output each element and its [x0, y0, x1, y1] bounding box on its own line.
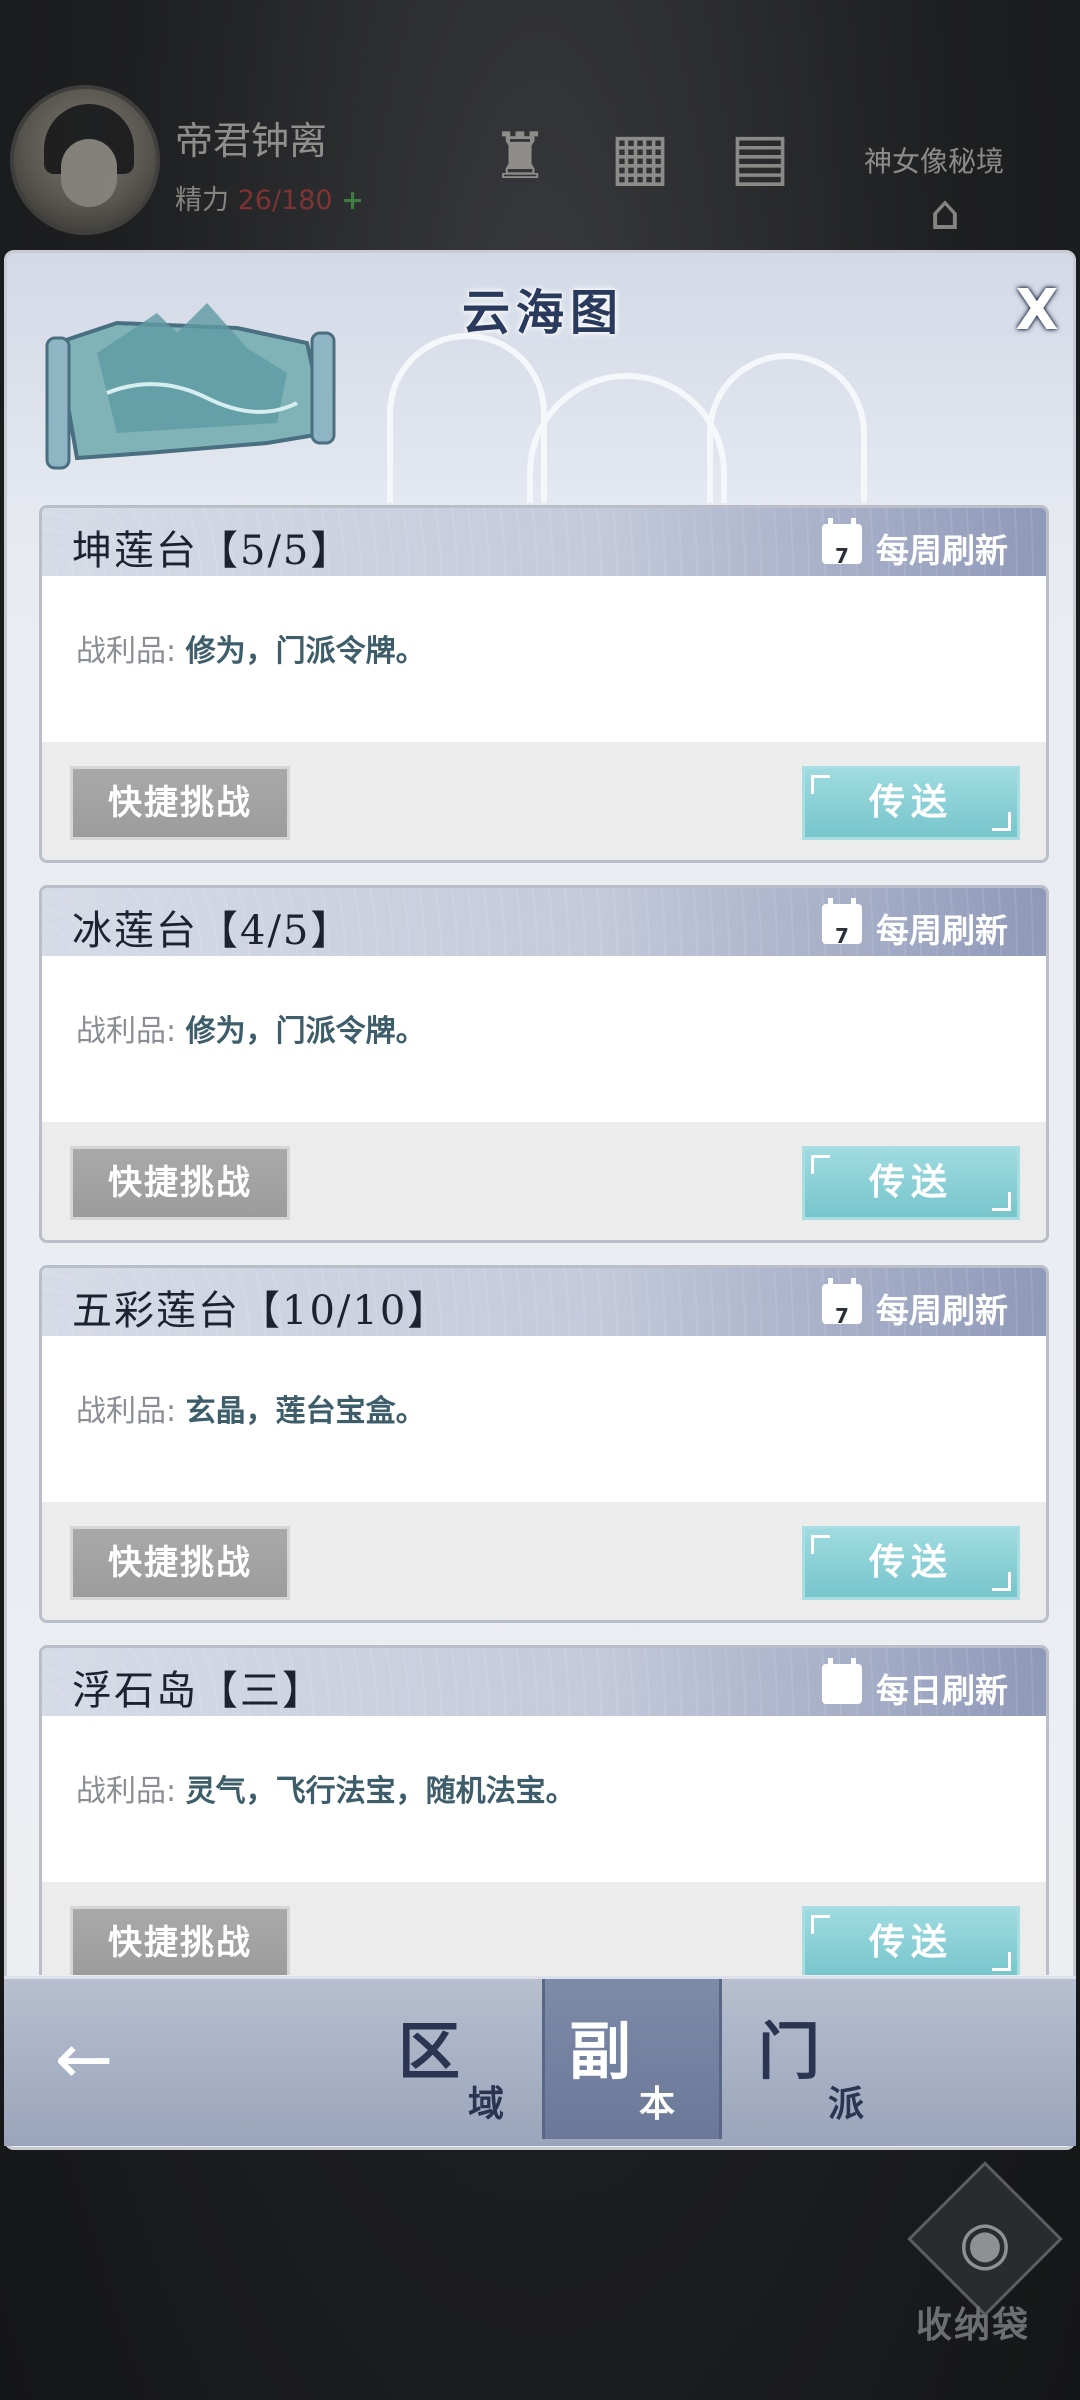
energy-label: 精力	[175, 185, 229, 216]
tab-sect-sublabel: 派	[828, 2083, 865, 2125]
scroll-icon[interactable]: ▤	[720, 120, 800, 210]
teleport-button[interactable]: 传送	[802, 1906, 1020, 1975]
dungeon-panel: 云海图 X 坤莲台【5/5】 7 每周刷新 战利品: 修为，门派令牌。 快捷挑战…	[4, 250, 1076, 2150]
tab-sect-label: 门	[758, 2015, 821, 2088]
refresh-label: 每周刷新	[876, 911, 1008, 950]
loot-value: 修为，门派令牌。	[185, 1014, 426, 1049]
quick-challenge-button[interactable]: 快捷挑战	[70, 1146, 290, 1220]
loot-label: 战利品:	[76, 1394, 177, 1429]
quick-challenge-button[interactable]: 快捷挑战	[70, 1906, 290, 1975]
loot-label: 战利品:	[76, 1014, 177, 1049]
dungeon-title: 浮石岛【三】	[72, 1668, 324, 1714]
loot-line: 战利品: 灵气，飞行法宝，随机法宝。	[76, 1766, 576, 1810]
refresh-label: 每日刷新	[876, 1671, 1008, 1710]
calendar-icon: 7	[822, 898, 862, 948]
quick-challenge-button[interactable]: 快捷挑战	[70, 1526, 290, 1600]
decor-arc	[707, 353, 867, 503]
calendar-icon: 7	[822, 518, 862, 568]
back-arrow-icon[interactable]: ←	[44, 2024, 124, 2094]
dungeon-title: 五彩莲台【10/10】	[72, 1288, 450, 1334]
realm-portal-icon[interactable]: ⌂	[910, 185, 980, 245]
tab-region-sublabel: 域	[468, 2083, 505, 2125]
avatar-face	[61, 139, 117, 207]
card-header: 坤莲台【5/5】 7 每周刷新	[42, 508, 1046, 576]
dungeon-card: 五彩莲台【10/10】 7 每周刷新 战利品: 玄晶，莲台宝盒。 快捷挑战 传送	[39, 1265, 1049, 1623]
card-footer: 快捷挑战 传送	[42, 1882, 1046, 1975]
tab-region-label: 区	[398, 2015, 461, 2088]
quick-challenge-button[interactable]: 快捷挑战	[70, 766, 290, 840]
loot-value: 玄晶，莲台宝盒。	[185, 1394, 426, 1429]
loot-value: 灵气，飞行法宝，随机法宝。	[185, 1774, 576, 1809]
tab-dungeon-sublabel: 本	[639, 2083, 676, 2125]
tab-sect[interactable]: 门 派	[734, 1979, 914, 2139]
decor-arc	[387, 333, 547, 503]
energy-value: 26/180	[237, 185, 333, 216]
storage-bag-button[interactable]: ◉ 收纳袋	[900, 2161, 1063, 2376]
loot-line: 战利品: 修为，门派令牌。	[76, 626, 426, 670]
teleport-button[interactable]: 传送	[802, 1526, 1020, 1600]
energy-display: 精力 26/180 +	[175, 178, 364, 217]
teleport-button[interactable]: 传送	[802, 766, 1020, 840]
card-footer: 快捷挑战 传送	[42, 742, 1046, 860]
avatar[interactable]	[10, 85, 160, 235]
panel-title: 云海图	[461, 285, 624, 341]
card-footer: 快捷挑战 传送	[42, 1122, 1046, 1240]
refresh-label: 每周刷新	[876, 531, 1008, 570]
tab-dungeon[interactable]: 副 本	[542, 1979, 722, 2139]
player-name: 帝君钟离	[175, 119, 328, 163]
loot-line: 战利品: 玄晶，莲台宝盒。	[76, 1386, 426, 1430]
bag-icon: ◉	[958, 2208, 1012, 2278]
refresh-label: 每周刷新	[876, 1291, 1008, 1330]
dungeon-title: 坤莲台【5/5】	[72, 528, 353, 574]
tab-dungeon-label: 副	[569, 2015, 632, 2088]
refresh-info: 7 每周刷新	[822, 898, 1022, 950]
dungeon-list[interactable]: 坤莲台【5/5】 7 每周刷新 战利品: 修为，门派令牌。 快捷挑战 传送 冰莲…	[39, 505, 1049, 1975]
loot-label: 战利品:	[76, 634, 177, 669]
dungeon-card: 冰莲台【4/5】 7 每周刷新 战利品: 修为，门派令牌。 快捷挑战 传送	[39, 885, 1049, 1243]
tab-region[interactable]: 区 域	[374, 1979, 554, 2139]
bag-label: 收纳袋	[916, 2305, 1031, 2346]
refresh-info: 7 每周刷新	[822, 518, 1022, 570]
dungeon-card: 坤莲台【5/5】 7 每周刷新 战利品: 修为，门派令牌。 快捷挑战 传送	[39, 505, 1049, 863]
top-hud: 帝君钟离 精力 26/180 + ♜ ▦ ▤ 神女像秘境 ⌂	[0, 60, 1080, 260]
card-header: 浮石岛【三】 每日刷新	[42, 1648, 1046, 1716]
panel-header: 云海图 X	[7, 253, 1073, 503]
statue-icon[interactable]: ♜	[480, 120, 560, 210]
energy-add-button[interactable]: +	[341, 185, 364, 216]
loot-value: 修为，门派令牌。	[185, 634, 426, 669]
teleport-button[interactable]: 传送	[802, 1146, 1020, 1220]
bottom-nav: ← 区 域 副 本 门 派	[4, 1976, 1076, 2146]
close-button[interactable]: X	[1007, 281, 1067, 341]
loot-label: 战利品:	[76, 1774, 177, 1809]
realm-label[interactable]: 神女像秘境	[864, 140, 1004, 180]
decor-arc	[527, 373, 727, 503]
refresh-info: 每日刷新	[822, 1658, 1022, 1710]
refresh-info: 7 每周刷新	[822, 1278, 1022, 1330]
card-header: 五彩莲台【10/10】 7 每周刷新	[42, 1268, 1046, 1336]
dungeon-card: 浮石岛【三】 每日刷新 战利品: 灵气，飞行法宝，随机法宝。 快捷挑战 传送	[39, 1645, 1049, 1975]
dungeon-title: 冰莲台【4/5】	[72, 908, 353, 954]
map-icon[interactable]: ▦	[600, 120, 680, 210]
loot-line: 战利品: 修为，门派令牌。	[76, 1006, 426, 1050]
card-footer: 快捷挑战 传送	[42, 1502, 1046, 1620]
calendar-icon	[822, 1658, 862, 1704]
card-header: 冰莲台【4/5】 7 每周刷新	[42, 888, 1046, 956]
calendar-icon: 7	[822, 1278, 862, 1328]
